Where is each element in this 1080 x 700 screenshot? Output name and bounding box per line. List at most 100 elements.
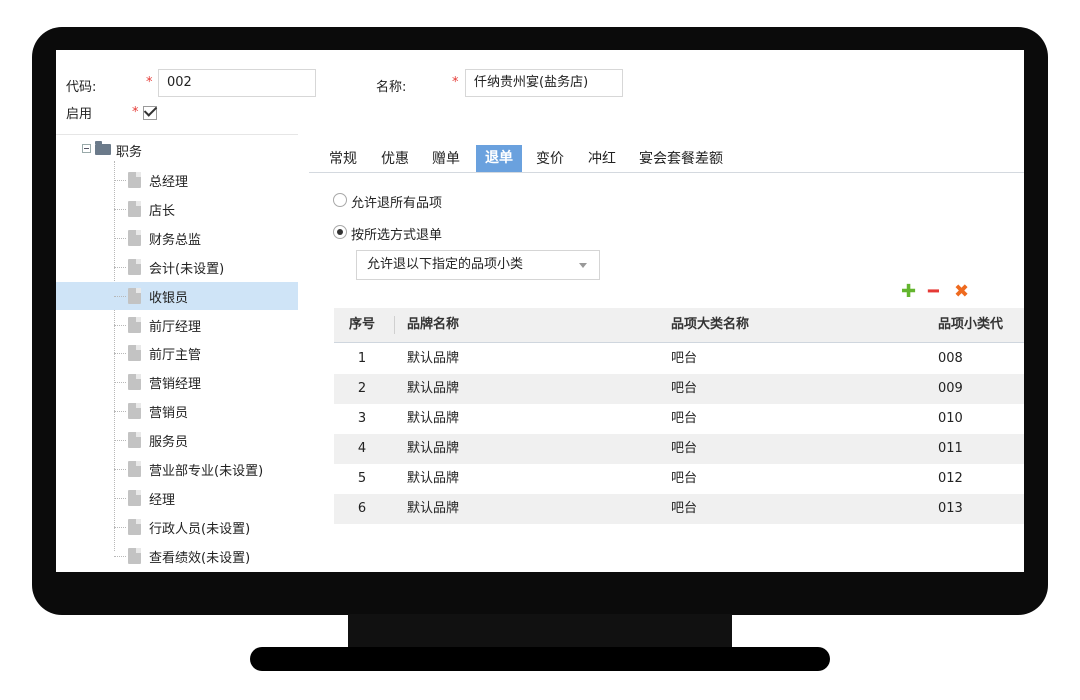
tree-item[interactable]: 查看绩效(未设置) [56, 542, 298, 570]
tree-branch-line [114, 295, 126, 297]
cell-category-name: 吧台 [671, 381, 698, 396]
tree-item[interactable]: 营业部专业(未设置) [56, 455, 298, 483]
monitor-screen: 代码: * 002 名称: * 仟纳贵州宴(盐务店) 启用 * 职务 总经理 店长… [56, 50, 1024, 572]
tree-item[interactable]: 前厅经理 [56, 311, 298, 339]
tree-item[interactable]: 会计(未设置) [56, 253, 298, 281]
cell-subcategory-code: 011 [938, 441, 963, 456]
table-row[interactable]: 1 默认品牌 吧台 008 [334, 344, 1024, 374]
enabled-required-mark: * [132, 105, 139, 120]
document-icon [128, 229, 141, 246]
folder-icon [95, 141, 111, 155]
tree-branch-line [114, 469, 126, 470]
cell-subcategory-code: 009 [938, 381, 963, 396]
tab-reversal[interactable]: 冲红 [588, 147, 616, 171]
tab-banquet-diff[interactable]: 宴会套餐差额 [639, 147, 723, 171]
document-icon [128, 200, 141, 217]
tree-branch-line [114, 382, 126, 384]
tree-branch-line [114, 237, 126, 239]
table-row[interactable]: 3 默认品牌 吧台 010 [334, 404, 1024, 434]
tree-item[interactable]: 营销经理 [56, 368, 298, 396]
tree-branch-line [114, 180, 126, 181]
tree-item[interactable]: 店长 [56, 195, 298, 223]
radio-allow-all-label: 允许退所有品项 [351, 196, 443, 211]
tree-item-label: 财务总监 [149, 232, 202, 248]
document-icon [128, 374, 141, 391]
radio-by-selection-label: 按所选方式退单 [351, 228, 443, 243]
tab-gift[interactable]: 赠单 [432, 147, 460, 171]
header-index[interactable]: 序号 [334, 308, 390, 342]
document-icon [128, 258, 141, 275]
minus-icon[interactable]: ━ [928, 283, 939, 301]
tree-item[interactable]: 经理 [56, 484, 298, 512]
cell-brand-name: 默认品牌 [407, 381, 460, 396]
header-brand-name[interactable]: 品牌名称 [407, 308, 459, 342]
tree-item-label: 总经理 [149, 175, 189, 190]
header-category-name[interactable]: 品项大类名称 [671, 308, 749, 342]
tree-item-label: 前厅经理 [149, 319, 202, 335]
cell-subcategory-code: 008 [938, 351, 963, 366]
name-label: 名称: [376, 80, 407, 95]
tree-root-label: 职务 [116, 145, 143, 160]
radio-allow-all-circle[interactable] [333, 193, 347, 207]
tree-branch-line [114, 324, 126, 326]
cell-index: 2 [357, 381, 367, 396]
tab-refund[interactable]: 退单 [476, 145, 522, 172]
tree-item[interactable]: 总经理 [56, 166, 298, 194]
collapse-toggle-icon[interactable] [82, 144, 91, 153]
document-icon [128, 432, 141, 449]
name-required-mark: * [452, 75, 459, 90]
tree-branch-line [114, 353, 126, 355]
tree-item-label: 行政人员(未设置) [149, 521, 251, 537]
cell-subcategory-code: 010 [938, 411, 963, 426]
tree-item-label: 查看绩效(未设置) [149, 550, 251, 566]
cell-index: 6 [357, 501, 367, 516]
tree-item[interactable]: 行政人员(未设置) [56, 513, 298, 541]
cell-category-name: 吧台 [671, 501, 698, 516]
document-icon [128, 287, 141, 304]
monitor-stand-base [250, 647, 830, 671]
tree-item-label: 营销员 [149, 406, 189, 422]
tree-item-label: 会计(未设置) [149, 261, 225, 277]
cell-subcategory-code: 013 [938, 501, 963, 516]
cell-brand-name: 默认品牌 [407, 351, 460, 366]
table-row[interactable]: 4 默认品牌 吧台 011 [334, 434, 1024, 464]
plus-icon[interactable]: ✚ [901, 283, 916, 301]
table-row[interactable]: 5 默认品牌 吧台 012 [334, 464, 1024, 494]
cell-category-name: 吧台 [671, 471, 698, 486]
header-subcategory-code[interactable]: 品项小类代 [938, 308, 1003, 342]
document-icon [128, 461, 141, 477]
cell-subcategory-code: 012 [938, 471, 963, 486]
tree-item[interactable]: 收银员 [56, 281, 298, 310]
tree-branch-line [114, 266, 126, 268]
tree-item-label: 前厅主管 [149, 348, 202, 364]
tab-general[interactable]: 常规 [329, 147, 357, 171]
table-row[interactable]: 6 默认品牌 吧台 013 [334, 494, 1024, 524]
document-icon [128, 345, 141, 362]
tree-item[interactable]: 财务总监 [56, 224, 298, 252]
tree-item[interactable]: 营销员 [56, 397, 298, 425]
radio-by-selection-circle[interactable] [333, 225, 347, 239]
enabled-label: 启用 [66, 107, 93, 122]
tab-price-change[interactable]: 变价 [536, 147, 564, 171]
document-icon [128, 489, 141, 506]
cell-category-name: 吧台 [671, 351, 698, 366]
cell-index: 5 [357, 471, 367, 486]
document-icon [128, 316, 141, 333]
tree-item[interactable]: 服务员 [56, 426, 298, 454]
tree-branch-line [114, 555, 126, 557]
cell-index: 3 [357, 411, 367, 426]
cell-brand-name: 默认品牌 [407, 411, 460, 426]
code-input[interactable]: 002 [158, 69, 316, 97]
table-row[interactable]: 2 默认品牌 吧台 009 [334, 374, 1024, 404]
x-icon[interactable]: ✖ [954, 283, 969, 301]
tree-item[interactable]: 前厅主管 [56, 339, 298, 367]
tab-discount[interactable]: 优惠 [381, 147, 409, 171]
code-required-mark: * [146, 75, 153, 90]
refund-mode-value: 允许退以下指定的品项小类 [367, 257, 524, 272]
enabled-checkbox[interactable] [143, 106, 157, 120]
refund-mode-select[interactable]: 允许退以下指定的品项小类 [356, 250, 600, 280]
tree-branch-line [114, 526, 126, 528]
name-input[interactable]: 仟纳贵州宴(盐务店) [465, 69, 623, 97]
tree-item-label: 收银员 [149, 290, 189, 306]
tree-branch-line [114, 208, 126, 210]
